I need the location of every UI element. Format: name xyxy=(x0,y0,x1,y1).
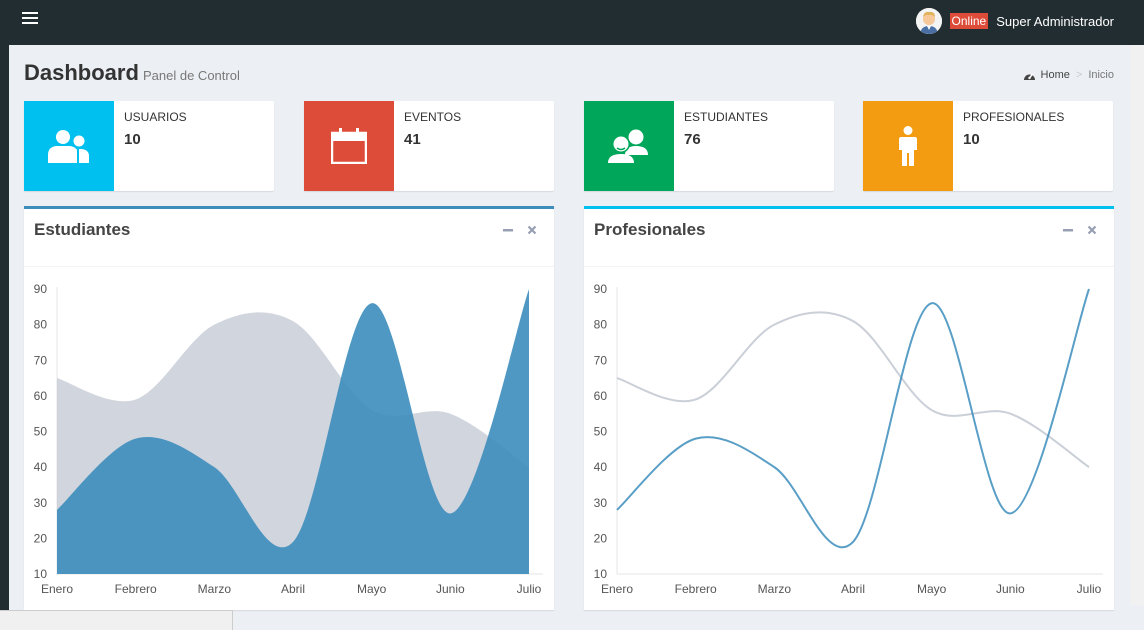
vertical-scrollbar[interactable] xyxy=(1130,45,1144,605)
x-tick-label: Enero xyxy=(41,582,73,596)
info-box-estudiantes: ESTUDIANTES 76 xyxy=(584,101,834,191)
y-tick-label: 80 xyxy=(34,318,48,332)
y-tick-label: 60 xyxy=(34,389,48,403)
box-header: Profesionales xyxy=(584,209,1114,267)
y-tick-label: 10 xyxy=(34,567,48,581)
chart-profesionales: 10 20 30 40 50 60 70 80 90 Enero Febrero Marzo Abril… xyxy=(594,282,1103,596)
x-tick-label: Febrero xyxy=(675,582,717,596)
breadcrumb-home-label: Home xyxy=(1040,69,1070,81)
chart-estudiantes: 10 20 30 40 50 60 70 80 90 Enero Febrero Marzo Abril… xyxy=(34,282,543,596)
breadcrumb-home[interactable]: Home xyxy=(1023,69,1070,81)
x-tick-label: Julio xyxy=(517,582,542,596)
students-icon xyxy=(608,129,648,163)
x-tick-label: Mayo xyxy=(917,582,947,596)
info-box-usuarios: USUARIOS 10 xyxy=(24,101,274,191)
page-title: Dashboard xyxy=(24,60,139,85)
line-series-0 xyxy=(616,311,1090,468)
page-subtitle: Panel de Control xyxy=(143,68,240,83)
info-number: 41 xyxy=(404,131,421,148)
x-tick-label: Abril xyxy=(281,582,305,596)
sidebar-strip xyxy=(0,45,9,630)
info-icon-container xyxy=(304,101,394,191)
users-icon xyxy=(48,130,89,163)
y-tick-label: 30 xyxy=(34,496,48,510)
info-box-eventos: EVENTOS 41 xyxy=(304,101,554,191)
info-label: ESTUDIANTES xyxy=(684,110,769,124)
close-icon[interactable] xyxy=(525,223,539,237)
info-box-profesionales: PROFESIONALES 10 xyxy=(863,101,1113,191)
info-label: USUARIOS xyxy=(124,110,187,124)
collapse-minus-icon[interactable] xyxy=(1061,223,1075,237)
y-tick-label: 50 xyxy=(594,425,608,439)
y-tick-label: 70 xyxy=(34,353,48,367)
person-icon xyxy=(899,126,917,166)
box-title: Profesionales xyxy=(594,220,706,239)
info-number: 10 xyxy=(963,131,980,148)
y-tick-label: 90 xyxy=(34,282,48,296)
calendar-icon xyxy=(331,128,367,164)
bottom-status-bar xyxy=(0,610,233,630)
dashboard-gauge-icon xyxy=(1023,73,1035,80)
online-badge: Online xyxy=(949,13,989,29)
breadcrumb: Home > Inicio xyxy=(1023,69,1114,81)
box-tools xyxy=(1061,223,1099,237)
y-tick-label: 40 xyxy=(594,460,608,474)
box-title: Estudiantes xyxy=(34,220,131,239)
avatar xyxy=(915,8,942,34)
y-tick-label: 90 xyxy=(594,282,608,296)
info-icon-container xyxy=(863,101,953,191)
x-tick-label: Marzo xyxy=(198,582,232,596)
info-label: PROFESIONALES xyxy=(963,110,1065,124)
box-header: Estudiantes xyxy=(24,209,554,267)
info-icon-container xyxy=(24,101,114,191)
y-tick-label: 30 xyxy=(594,496,608,510)
top-navbar: Online Super Administrador xyxy=(0,0,1144,45)
user-menu[interactable]: Online Super Administrador xyxy=(915,6,1114,36)
info-number: 10 xyxy=(124,131,141,148)
x-tick-label: Febrero xyxy=(115,582,157,596)
hamburger-menu-icon[interactable] xyxy=(22,12,38,28)
chart-box-profesionales: Profesionales 10 20 30 40 50 60 70 80 90 Enero Feb… xyxy=(584,206,1114,610)
breadcrumb-separator: > xyxy=(1075,69,1083,81)
y-tick-label: 10 xyxy=(594,567,608,581)
chart-box-estudiantes: Estudiantes 10 20 30 40 50 60 70 80 90 Enero Febre… xyxy=(24,206,554,610)
y-tick-label: 50 xyxy=(34,425,48,439)
x-tick-label: Junio xyxy=(436,582,465,596)
y-tick-label: 20 xyxy=(34,531,48,545)
info-icon-container xyxy=(584,101,674,191)
info-number: 76 xyxy=(684,131,701,148)
collapse-minus-icon[interactable] xyxy=(501,223,515,237)
y-tick-label: 60 xyxy=(594,389,608,403)
user-name: Super Administrador xyxy=(996,13,1114,29)
y-tick-label: 80 xyxy=(594,318,608,332)
x-tick-label: Enero xyxy=(601,582,633,596)
x-tick-label: Mayo xyxy=(357,582,387,596)
x-tick-label: Junio xyxy=(996,582,1025,596)
close-icon[interactable] xyxy=(1085,223,1099,237)
y-tick-label: 70 xyxy=(594,353,608,367)
box-tools xyxy=(501,223,539,237)
x-tick-label: Julio xyxy=(1077,582,1102,596)
breadcrumb-current: Inicio xyxy=(1088,69,1114,81)
y-tick-label: 20 xyxy=(594,531,608,545)
info-label: EVENTOS xyxy=(404,110,462,124)
x-tick-label: Abril xyxy=(841,582,865,596)
y-tick-label: 40 xyxy=(34,460,48,474)
x-tick-label: Marzo xyxy=(758,582,792,596)
